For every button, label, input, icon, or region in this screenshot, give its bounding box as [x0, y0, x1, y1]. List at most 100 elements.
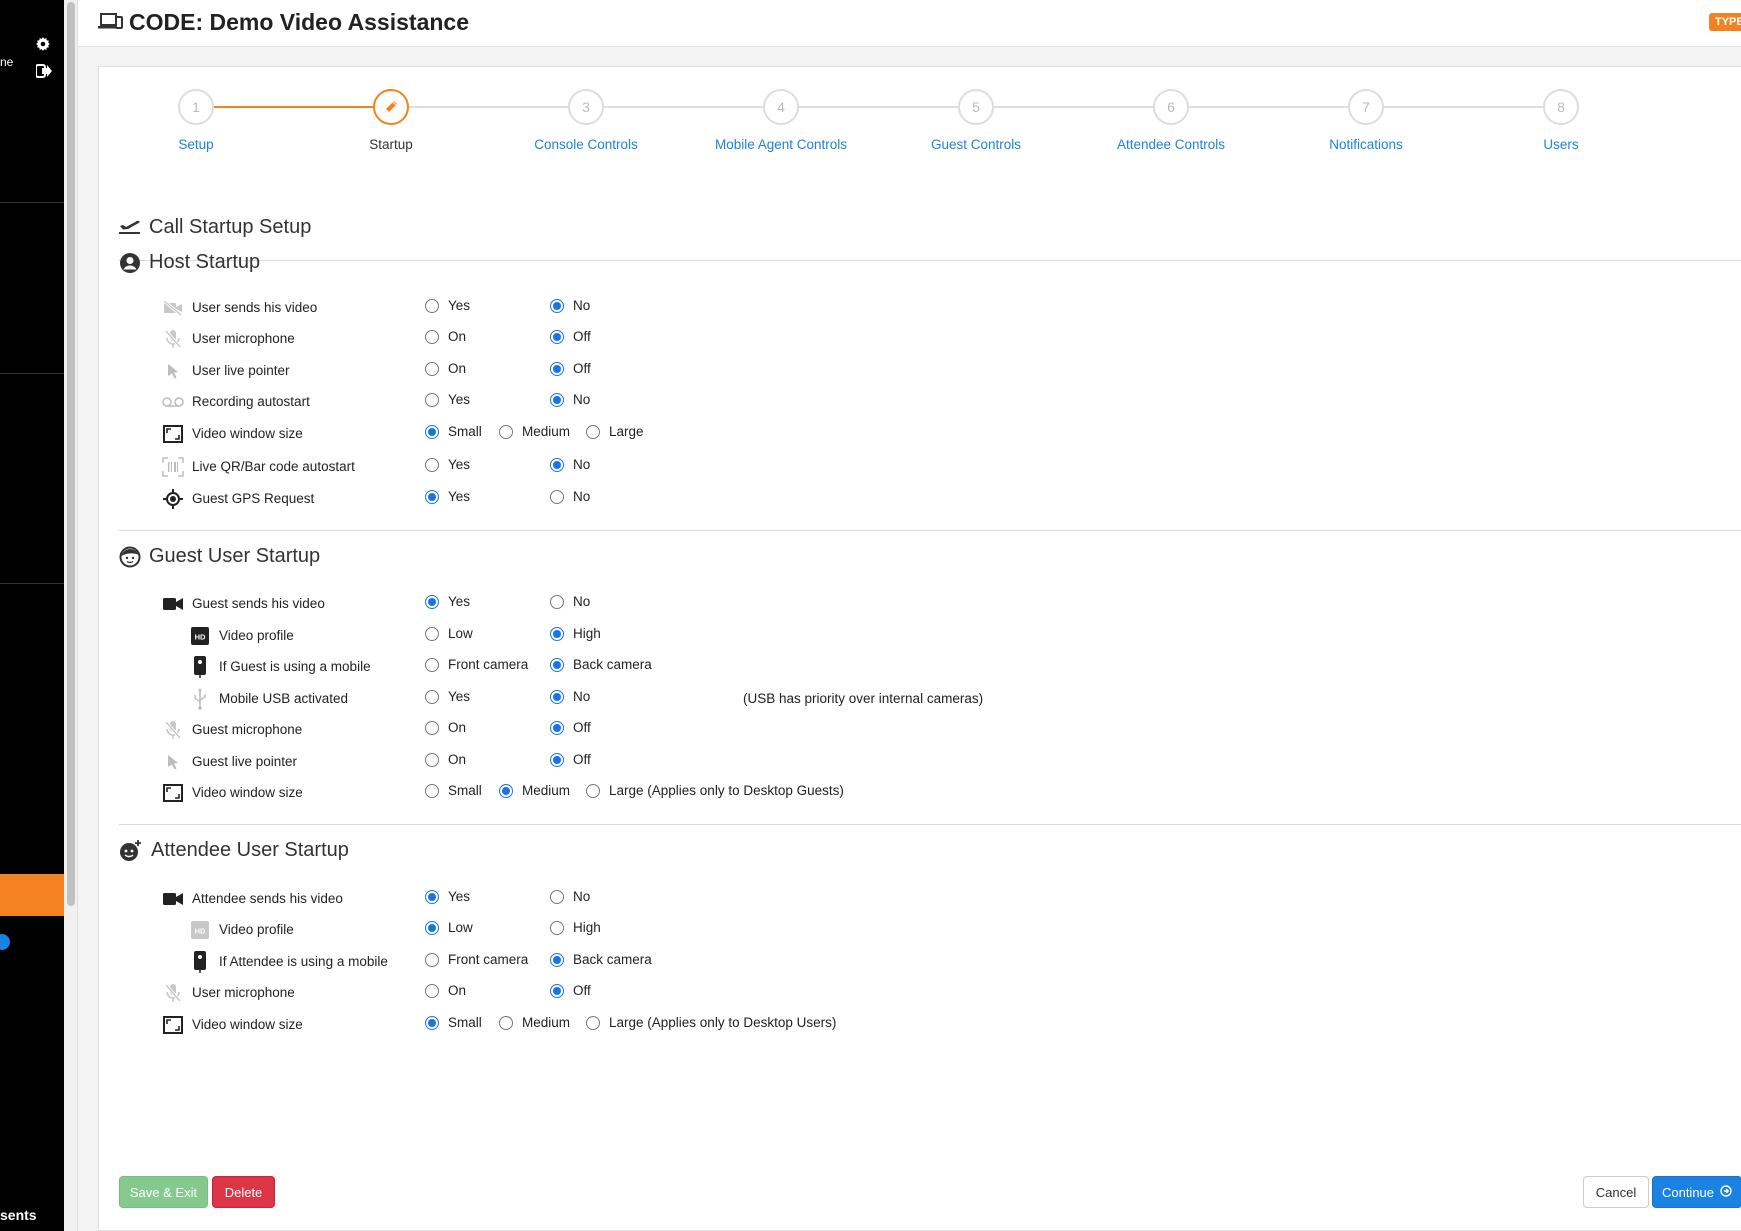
radio-option[interactable]: Small — [425, 1015, 482, 1030]
radio-option[interactable]: Low — [425, 626, 473, 641]
radio-button[interactable] — [550, 594, 564, 609]
radio-option[interactable]: No — [550, 298, 590, 313]
radio-button[interactable] — [499, 424, 513, 439]
radio-option[interactable]: Yes — [425, 489, 470, 504]
radio-option[interactable]: No — [550, 489, 590, 504]
step-label[interactable]: Setup — [96, 137, 296, 152]
radio-button[interactable] — [425, 752, 439, 767]
radio-button[interactable] — [550, 626, 564, 641]
radio-option[interactable]: No — [550, 457, 590, 472]
radio-option[interactable]: Large — [586, 424, 644, 439]
radio-option[interactable]: Off — [550, 329, 591, 344]
radio-button[interactable] — [425, 952, 439, 967]
radio-button[interactable] — [586, 783, 600, 798]
delete-button[interactable]: Delete — [212, 1176, 275, 1208]
radio-button[interactable] — [425, 424, 439, 439]
wizard-step[interactable]: 1 Setup — [96, 89, 296, 152]
radio-button[interactable] — [425, 392, 439, 407]
radio-button[interactable] — [425, 657, 439, 672]
sidebar-scrollbar[interactable] — [64, 0, 78, 1231]
radio-option[interactable]: Low — [425, 920, 473, 935]
sign-out-icon[interactable] — [35, 64, 52, 83]
radio-button[interactable] — [425, 689, 439, 704]
wizard-step[interactable]: 6 Attendee Controls — [1071, 89, 1271, 152]
radio-option[interactable]: No — [550, 689, 590, 704]
radio-button[interactable] — [550, 889, 564, 904]
radio-option[interactable]: Medium — [499, 424, 570, 439]
radio-option[interactable]: High — [550, 920, 601, 935]
wizard-step[interactable]: 3 Console Controls — [486, 89, 686, 152]
radio-option[interactable]: Off — [550, 752, 591, 767]
radio-button[interactable] — [550, 457, 564, 472]
step-label[interactable]: Mobile Agent Controls — [681, 137, 881, 152]
radio-button[interactable] — [550, 392, 564, 407]
wizard-step[interactable]: 8 Users — [1461, 89, 1661, 152]
radio-button[interactable] — [550, 361, 564, 376]
radio-button[interactable] — [425, 594, 439, 609]
radio-button[interactable] — [550, 752, 564, 767]
radio-option[interactable]: Medium — [499, 1015, 570, 1030]
radio-button[interactable] — [425, 783, 439, 798]
radio-option[interactable]: Off — [550, 720, 591, 735]
radio-option[interactable]: Off — [550, 983, 591, 998]
radio-button[interactable] — [425, 720, 439, 735]
scrollbar-thumb[interactable] — [67, 2, 75, 906]
radio-button[interactable] — [550, 489, 564, 504]
radio-button[interactable] — [425, 489, 439, 504]
radio-option[interactable]: Front camera — [425, 657, 528, 672]
radio-option[interactable]: Yes — [425, 298, 470, 313]
radio-button[interactable] — [425, 1015, 439, 1030]
radio-button[interactable] — [550, 329, 564, 344]
radio-button[interactable] — [425, 329, 439, 344]
radio-button[interactable] — [550, 298, 564, 313]
radio-option[interactable]: Back camera — [550, 657, 652, 672]
radio-button[interactable] — [425, 298, 439, 313]
radio-option[interactable]: Medium — [499, 783, 570, 798]
wizard-step[interactable]: Startup — [291, 89, 491, 152]
cancel-button[interactable]: Cancel — [1583, 1176, 1649, 1208]
radio-button[interactable] — [550, 952, 564, 967]
radio-button[interactable] — [586, 1015, 600, 1030]
sidebar-bottom-item[interactable]: sents — [0, 1207, 37, 1223]
radio-button[interactable] — [425, 983, 439, 998]
radio-option[interactable]: Large (Applies only to Desktop Guests) — [586, 783, 844, 798]
radio-option[interactable]: High — [550, 626, 601, 641]
step-label[interactable]: Attendee Controls — [1071, 137, 1271, 152]
radio-option[interactable]: Yes — [425, 594, 470, 609]
wizard-step[interactable]: 4 Mobile Agent Controls — [681, 89, 881, 152]
radio-option[interactable]: No — [550, 594, 590, 609]
radio-button[interactable] — [425, 457, 439, 472]
wizard-step[interactable]: 5 Guest Controls — [876, 89, 1076, 152]
radio-button[interactable] — [425, 920, 439, 935]
step-label[interactable]: Users — [1461, 137, 1661, 152]
step-label[interactable]: Startup — [291, 137, 491, 152]
radio-button[interactable] — [425, 889, 439, 904]
radio-button[interactable] — [425, 626, 439, 641]
radio-button[interactable] — [550, 657, 564, 672]
radio-option[interactable]: No — [550, 392, 590, 407]
radio-button[interactable] — [425, 361, 439, 376]
radio-button[interactable] — [550, 720, 564, 735]
gear-icon[interactable] — [36, 37, 50, 56]
radio-button[interactable] — [550, 689, 564, 704]
radio-option[interactable]: Yes — [425, 392, 470, 407]
step-label[interactable]: Guest Controls — [876, 137, 1076, 152]
radio-button[interactable] — [586, 424, 600, 439]
radio-option[interactable]: Large (Applies only to Desktop Users) — [586, 1015, 836, 1030]
radio-option[interactable]: No — [550, 889, 590, 904]
step-label[interactable]: Notifications — [1266, 137, 1466, 152]
radio-option[interactable]: Yes — [425, 457, 470, 472]
radio-button[interactable] — [550, 983, 564, 998]
radio-option[interactable]: Off — [550, 361, 591, 376]
save-exit-button[interactable]: Save & Exit — [119, 1176, 208, 1208]
continue-button[interactable]: Continue — [1652, 1176, 1741, 1208]
sidebar-active-item[interactable] — [0, 874, 64, 916]
radio-option[interactable]: On — [425, 983, 466, 998]
radio-button[interactable] — [499, 783, 513, 798]
radio-option[interactable]: On — [425, 361, 466, 376]
step-label[interactable]: Console Controls — [486, 137, 686, 152]
radio-option[interactable]: On — [425, 329, 466, 344]
radio-option[interactable]: Back camera — [550, 952, 652, 967]
radio-button[interactable] — [499, 1015, 513, 1030]
radio-option[interactable]: Yes — [425, 689, 470, 704]
